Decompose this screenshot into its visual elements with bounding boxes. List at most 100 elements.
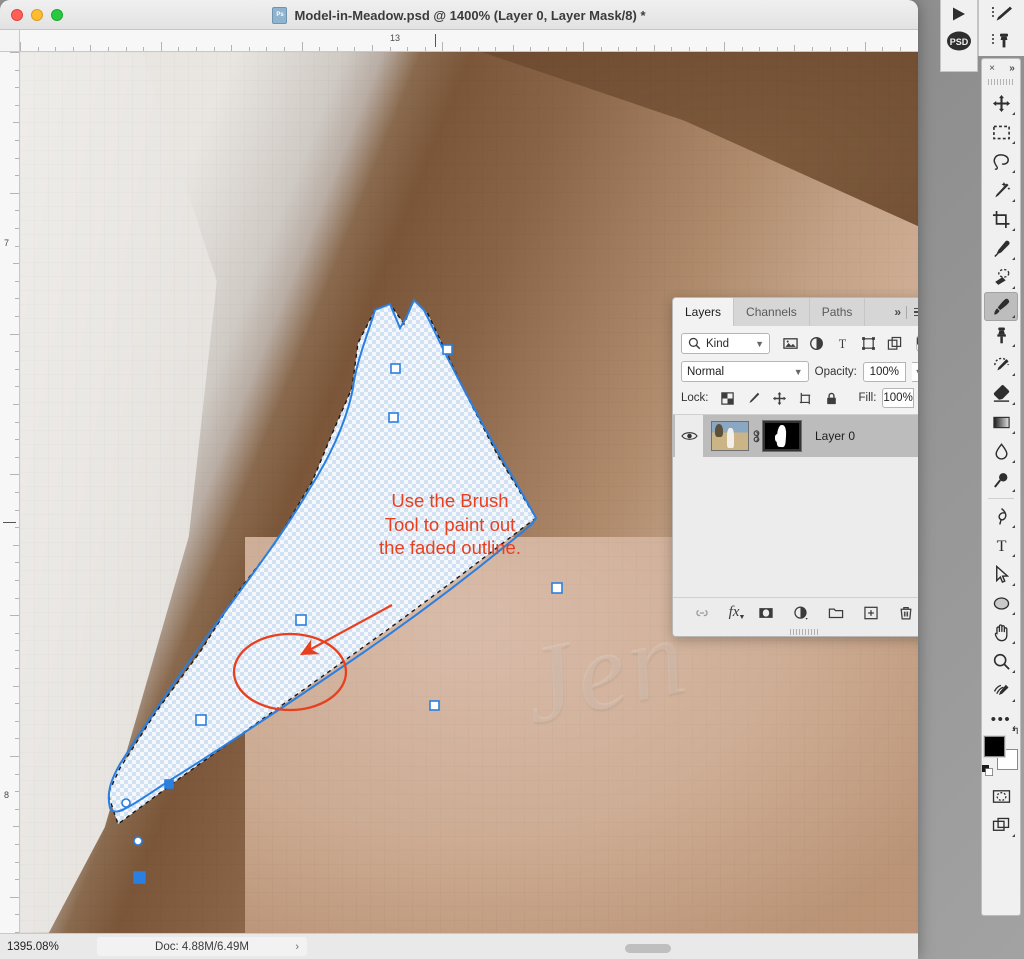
ruler-tick xyxy=(15,632,19,634)
panel-resize-grip[interactable] xyxy=(673,627,918,636)
add-layer-mask-icon[interactable] xyxy=(758,605,774,621)
chevron-down-icon[interactable]: ▼ xyxy=(755,339,764,349)
vertical-ruler[interactable]: 7 8 xyxy=(0,52,20,933)
close-tools-icon[interactable]: × xyxy=(989,63,995,74)
new-group-icon[interactable] xyxy=(828,605,844,621)
layer-filter-row: Kind ▼ T xyxy=(673,326,918,359)
history-brush-tool[interactable] xyxy=(984,350,1018,379)
eye-icon[interactable] xyxy=(680,430,698,442)
expand-panels-icon[interactable]: » xyxy=(894,305,901,319)
clone-stamp-tool[interactable] xyxy=(984,321,1018,350)
zoom-tool[interactable] xyxy=(984,647,1018,676)
title-bar[interactable]: Ps Model-in-Meadow.psd @ 1400% (Layer 0,… xyxy=(0,0,918,30)
tab-paths-label: Paths xyxy=(821,305,853,319)
ruler-tick xyxy=(389,47,391,51)
tab-layers[interactable]: Layers xyxy=(673,298,735,326)
new-layer-icon[interactable] xyxy=(863,605,879,621)
opacity-value-field[interactable]: 100% xyxy=(862,361,906,382)
horizontal-scrollbar-thumb[interactable] xyxy=(625,944,672,953)
eraser-tool[interactable] xyxy=(984,379,1018,408)
rectangular-marquee-tool[interactable] xyxy=(984,118,1018,147)
layer-style-fx-icon[interactable]: fx ▼ xyxy=(729,604,746,621)
default-colors-icon[interactable] xyxy=(982,763,993,781)
hand-tool[interactable] xyxy=(984,618,1018,647)
path-selection-tool[interactable] xyxy=(984,560,1018,589)
quick-mask-mode[interactable] xyxy=(984,782,1018,811)
dodge-tool[interactable] xyxy=(984,466,1018,495)
layers-panel-footer: fx ▼ xyxy=(673,597,918,627)
filter-enable-toggle[interactable] xyxy=(916,334,918,353)
fill-value-field[interactable]: 100% xyxy=(882,388,914,408)
collapse-tools-icon[interactable]: » xyxy=(1009,63,1014,74)
lock-transparency-icon[interactable] xyxy=(720,391,735,406)
lock-image-brush-icon[interactable] xyxy=(746,391,761,406)
spot-healing-brush-tool[interactable] xyxy=(984,263,1018,292)
tools-drag-grip[interactable] xyxy=(982,77,1020,89)
layer-visibility-cell[interactable] xyxy=(675,415,703,457)
ruler-tick xyxy=(266,47,268,51)
blend-mode-select[interactable]: Normal ▼ xyxy=(681,361,809,382)
lock-artboard-icon[interactable] xyxy=(798,391,813,406)
link-layers-icon[interactable] xyxy=(694,605,710,621)
swap-colors-icon[interactable]: ↰ xyxy=(1011,724,1020,737)
opacity-label: Opacity: xyxy=(814,365,857,378)
brush-presets-icon[interactable] xyxy=(991,5,1013,23)
ellipse-shape-tool[interactable] xyxy=(984,589,1018,618)
pen-tool[interactable] xyxy=(984,502,1018,531)
foreground-color-swatch[interactable] xyxy=(983,735,1006,758)
tab-channels[interactable]: Channels xyxy=(734,298,810,326)
ruler-tick xyxy=(15,492,19,493)
lasso-tool[interactable] xyxy=(984,147,1018,176)
layer-thumbnail[interactable] xyxy=(711,421,749,451)
horizontal-ruler[interactable]: 13 xyxy=(20,30,918,52)
new-adjustment-layer-icon[interactable] xyxy=(793,605,809,621)
layer-mask-link-icon[interactable] xyxy=(749,429,763,444)
eyedropper-tool[interactable] xyxy=(984,234,1018,263)
panel-menu-icon[interactable] xyxy=(914,307,918,317)
ruler-tick xyxy=(336,47,338,51)
filter-kind-select[interactable]: Kind ▼ xyxy=(681,333,770,354)
ruler-tick xyxy=(15,386,19,388)
screen-mode[interactable] xyxy=(984,811,1018,840)
psd-badge-icon[interactable]: PSD xyxy=(946,30,972,52)
panel-dock-left: PSD xyxy=(940,0,978,72)
layer-list[interactable]: Layer 0 xyxy=(673,415,918,597)
opacity-stepper-icon[interactable]: ▼ xyxy=(911,361,918,382)
magic-wand-tool[interactable] xyxy=(984,176,1018,205)
crop-tool[interactable] xyxy=(984,205,1018,234)
zoom-level-field[interactable]: 1395.08% xyxy=(3,938,95,956)
tab-paths[interactable]: Paths xyxy=(810,298,866,326)
edit-toolbar-tool[interactable] xyxy=(984,676,1018,705)
gradient-tool[interactable] xyxy=(984,408,1018,437)
pixel-layer-filter-icon[interactable] xyxy=(783,336,798,351)
delete-layer-icon[interactable] xyxy=(898,605,914,621)
shape-layer-filter-icon[interactable] xyxy=(861,336,876,351)
ruler-tick xyxy=(108,47,109,51)
ruler-tick xyxy=(15,210,19,212)
chevron-down-icon[interactable]: ▼ xyxy=(794,367,803,377)
smart-object-filter-icon[interactable] xyxy=(887,336,902,351)
svg-text:T: T xyxy=(996,538,1006,555)
ruler-position-marker-v xyxy=(3,522,16,523)
ruler-origin-corner[interactable] xyxy=(0,30,20,52)
ruler-tick xyxy=(442,42,444,51)
layer-mask-thumbnail[interactable] xyxy=(762,420,802,452)
brush-tool[interactable] xyxy=(984,292,1018,321)
ruler-tick xyxy=(15,228,19,229)
lock-position-move-icon[interactable] xyxy=(772,391,787,406)
horizontal-scrollbar[interactable] xyxy=(240,944,904,953)
ruler-tick xyxy=(15,509,19,511)
layer-name-label[interactable]: Layer 0 xyxy=(815,429,855,443)
lock-all-icon[interactable] xyxy=(824,391,839,406)
ruler-tick xyxy=(178,47,180,51)
type-tool[interactable]: T xyxy=(984,531,1018,560)
blur-tool[interactable] xyxy=(984,437,1018,466)
play-action-icon[interactable] xyxy=(950,6,968,22)
move-tool[interactable] xyxy=(984,89,1018,118)
layer-row-layer-0[interactable]: Layer 0 xyxy=(673,415,918,457)
clone-source-icon[interactable] xyxy=(991,32,1013,50)
adjustment-layer-filter-icon[interactable] xyxy=(809,336,824,351)
type-layer-filter-icon[interactable]: T xyxy=(835,336,850,351)
ruler-tick xyxy=(724,42,725,51)
ruler-tick xyxy=(13,404,19,405)
